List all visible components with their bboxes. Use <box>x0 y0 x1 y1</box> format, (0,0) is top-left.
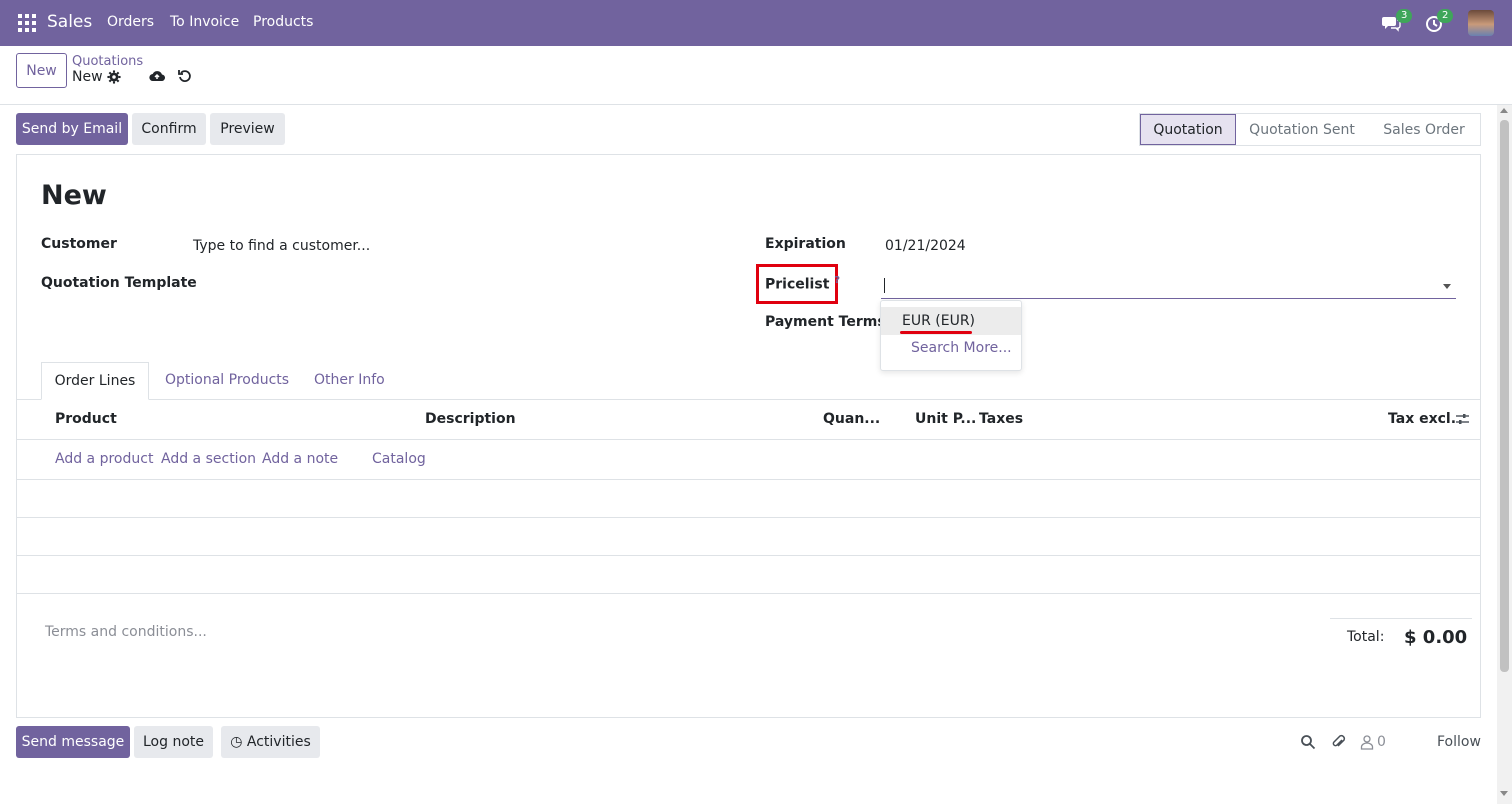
payment-terms-label: Payment Terms <box>765 314 886 330</box>
pricelist-label-text: Pricelist <box>765 276 830 293</box>
control-panel: New Quotations New <box>0 46 1512 105</box>
customer-input[interactable]: Type to find a customer... <box>193 238 370 254</box>
table-row <box>17 593 1480 594</box>
log-note-button[interactable]: Log note <box>134 726 213 758</box>
table-row <box>17 555 1480 556</box>
table-row <box>17 517 1480 518</box>
add-section-link[interactable]: Add a section <box>161 451 256 467</box>
pricelist-label: Pricelist ? <box>765 275 840 293</box>
quotation-template-label: Quotation Template <box>41 275 197 291</box>
table-row-divider <box>17 439 1480 440</box>
tab-order-lines[interactable]: Order Lines <box>41 362 149 400</box>
caret-down-icon[interactable] <box>1443 284 1451 289</box>
search-icon[interactable] <box>1300 734 1316 750</box>
followers-user-icon[interactable] <box>1359 734 1375 750</box>
total-divider <box>1330 618 1472 619</box>
table-row <box>17 479 1480 480</box>
column-product[interactable]: Product <box>55 411 117 427</box>
pricelist-help-icon[interactable]: ? <box>834 275 840 286</box>
gear-icon[interactable] <box>107 70 121 84</box>
send-by-email-button[interactable]: Send by Email <box>16 113 128 145</box>
column-unit-price[interactable]: Unit P... <box>915 411 976 427</box>
app-brand[interactable]: Sales <box>47 12 92 32</box>
activities-button-label: Activities <box>246 734 311 750</box>
send-message-button[interactable]: Send message <box>16 726 130 758</box>
add-note-link[interactable]: Add a note <box>262 451 338 467</box>
preview-button[interactable]: Preview <box>210 113 285 145</box>
column-quantity[interactable]: Quan... <box>823 411 880 427</box>
total-label: Total: <box>1347 629 1385 645</box>
dropdown-search-more[interactable]: Search More... <box>911 340 1012 356</box>
stage-quotation[interactable]: Quotation <box>1140 114 1236 145</box>
status-bar: Quotation Quotation Sent Sales Order <box>1139 113 1481 146</box>
tab-other-info[interactable]: Other Info <box>314 362 385 400</box>
activities-badge: 2 <box>1437 9 1454 23</box>
scrollbar-thumb[interactable] <box>1500 120 1509 672</box>
top-navbar: Sales Orders To Invoice Products 3 2 <box>0 0 1512 46</box>
clock-icon: ◷ <box>230 734 243 750</box>
nav-orders[interactable]: Orders <box>107 14 154 30</box>
user-avatar[interactable] <box>1468 10 1494 36</box>
terms-and-conditions-field[interactable]: Terms and conditions... <box>45 624 207 640</box>
stage-quotation-sent[interactable]: Quotation Sent <box>1236 114 1368 145</box>
record-title: New <box>41 180 107 211</box>
followers-count[interactable]: 0 <box>1377 734 1386 750</box>
pricelist-input[interactable] <box>881 272 1456 299</box>
apps-menu-icon[interactable] <box>18 14 36 32</box>
total-amount: $ 0.00 <box>1404 627 1468 648</box>
expiration-label: Expiration <box>765 236 846 252</box>
expiration-date-field[interactable]: 01/21/2024 <box>885 238 966 254</box>
catalog-link[interactable]: Catalog <box>372 451 426 467</box>
paperclip-icon[interactable] <box>1330 734 1346 750</box>
cloud-save-icon[interactable] <box>149 69 165 83</box>
dropdown-option-eur-label[interactable]: EUR (EUR) <box>902 313 975 329</box>
discard-undo-icon[interactable] <box>178 69 192 83</box>
text-cursor <box>884 278 885 293</box>
breadcrumb-current: New <box>72 69 103 85</box>
scroll-up-arrow-icon[interactable] <box>1500 108 1508 113</box>
nav-to-invoice[interactable]: To Invoice <box>170 14 239 30</box>
new-record-button[interactable]: New <box>16 53 67 88</box>
column-settings-icon[interactable] <box>1455 412 1470 426</box>
breadcrumb-quotations[interactable]: Quotations <box>72 54 143 69</box>
column-tax-excl[interactable]: Tax excl. <box>1388 411 1456 427</box>
add-product-link[interactable]: Add a product <box>55 451 153 467</box>
red-underline-annotation <box>900 331 972 334</box>
activities-button[interactable]: ◷ Activities <box>221 726 320 758</box>
customer-label: Customer <box>41 236 117 252</box>
follow-button[interactable]: Follow <box>1437 734 1481 750</box>
column-taxes[interactable]: Taxes <box>979 411 1023 427</box>
nav-products[interactable]: Products <box>253 14 313 30</box>
column-description[interactable]: Description <box>425 411 516 427</box>
tab-optional-products[interactable]: Optional Products <box>165 362 289 400</box>
scroll-down-arrow-icon[interactable] <box>1500 791 1508 796</box>
confirm-button[interactable]: Confirm <box>132 113 206 145</box>
messages-badge: 3 <box>1396 9 1413 23</box>
stage-sales-order[interactable]: Sales Order <box>1368 114 1480 145</box>
